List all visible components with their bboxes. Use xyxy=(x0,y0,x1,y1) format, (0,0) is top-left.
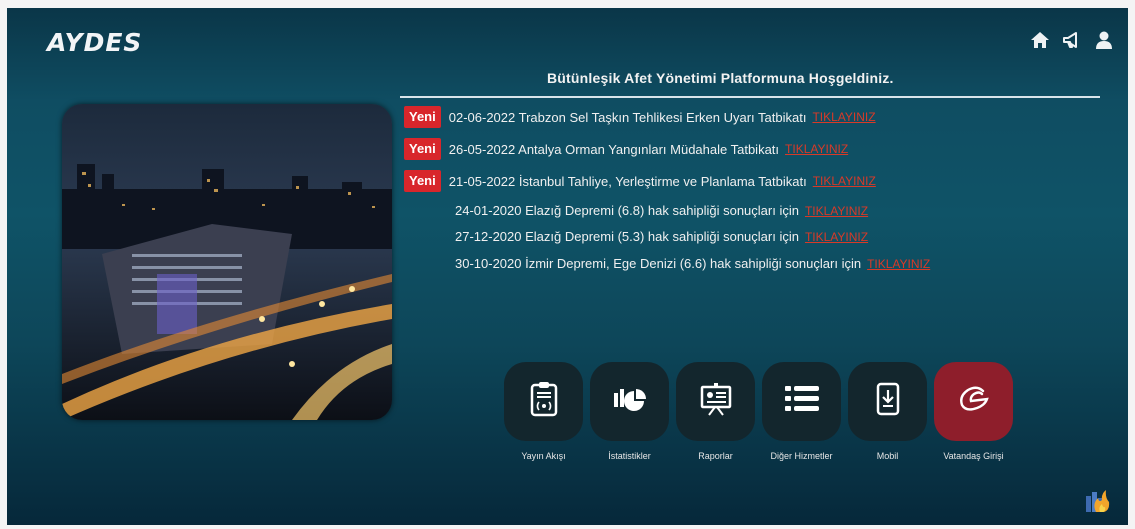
service-label: Vatandaş Girişi xyxy=(943,451,1004,461)
title-divider xyxy=(400,96,1100,98)
top-nav-icons xyxy=(1030,30,1114,50)
service-tile[interactable] xyxy=(590,362,669,441)
news-link[interactable]: TIKLAYINIZ xyxy=(805,204,868,218)
news-text: 02-06-2022 Trabzon Sel Taşkın Tehlikesi … xyxy=(448,109,807,125)
statistics-icon xyxy=(612,383,648,420)
service-label: Yayın Akışı xyxy=(521,451,566,461)
service-statistics[interactable]: İstatistikler xyxy=(590,362,669,461)
welcome-title: Bütünleşik Afet Yönetimi Platformuna Hoş… xyxy=(547,70,894,86)
service-tile[interactable] xyxy=(676,362,755,441)
new-badge: Yeni xyxy=(404,170,441,192)
megaphone-icon[interactable] xyxy=(1062,30,1082,50)
news-text: 27-12-2020 Elazığ Depremi (5.3) hak sahi… xyxy=(455,229,799,244)
app-frame: AYDES Bütünleşik Afet Yönetimi Platformu… xyxy=(7,8,1128,525)
top-strip xyxy=(0,0,1135,8)
news-item: 24-01-2020 Elazığ Depremi (6.8) hak sahi… xyxy=(455,203,868,218)
broadcast-clipboard-icon xyxy=(529,381,559,422)
news-text: 24-01-2020 Elazığ Depremi (6.8) hak sahi… xyxy=(455,203,799,218)
new-badge: Yeni xyxy=(404,106,441,128)
service-tile[interactable] xyxy=(762,362,841,441)
news-link[interactable]: TIKLAYINIZ xyxy=(812,110,875,124)
news-item: 27-12-2020 Elazığ Depremi (5.3) hak sahi… xyxy=(455,229,868,244)
news-item: 30-10-2020 İzmir Depremi, Ege Denizi (6.… xyxy=(455,256,930,271)
service-other[interactable]: Diğer Hizmetler xyxy=(762,362,841,461)
news-link[interactable]: TIKLAYINIZ xyxy=(785,142,848,156)
service-tile[interactable] xyxy=(504,362,583,441)
news-item: Yeni 21-05-2022 İstanbul Tahliye, Yerleş… xyxy=(404,170,876,192)
service-citizen-login[interactable]: Vatandaş Girişi xyxy=(934,362,1013,461)
home-icon[interactable] xyxy=(1030,30,1050,50)
mobile-download-icon xyxy=(876,382,900,421)
new-badge: Yeni xyxy=(404,138,441,160)
service-tile[interactable] xyxy=(934,362,1013,441)
news-text: 30-10-2020 İzmir Depremi, Ege Denizi (6.… xyxy=(455,256,862,271)
news-link[interactable]: TIKLAYINIZ xyxy=(867,257,930,271)
service-broadcast[interactable]: Yayın Akışı xyxy=(504,362,583,461)
service-buttons: Yayın Akışı İstatistikler Raporlar Diğer… xyxy=(504,362,1013,461)
city-night-photo xyxy=(62,104,392,420)
service-tile[interactable] xyxy=(848,362,927,441)
user-icon[interactable] xyxy=(1094,30,1114,50)
news-link[interactable]: TIKLAYINIZ xyxy=(813,174,876,188)
news-link[interactable]: TIKLAYINIZ xyxy=(805,230,868,244)
service-label: Raporlar xyxy=(698,451,733,461)
service-mobile[interactable]: Mobil xyxy=(848,362,927,461)
news-text: 21-05-2022 İstanbul Tahliye, Yerleştirme… xyxy=(448,173,807,189)
list-icon xyxy=(784,384,820,419)
e-devlet-icon xyxy=(957,385,991,418)
service-label: Mobil xyxy=(876,451,899,461)
presentation-icon xyxy=(699,382,733,421)
service-label: Diğer Hizmetler xyxy=(770,451,833,461)
news-text: 26-05-2022 Antalya Orman Yangınları Müda… xyxy=(448,141,780,157)
service-reports[interactable]: Raporlar xyxy=(676,362,755,461)
news-item: Yeni 26-05-2022 Antalya Orman Yangınları… xyxy=(404,138,848,160)
service-label: İstatistikler xyxy=(608,451,651,461)
news-item: Yeni 02-06-2022 Trabzon Sel Taşkın Tehli… xyxy=(404,106,876,128)
fire-city-icon[interactable] xyxy=(1084,486,1110,512)
aydes-logo[interactable]: AYDES xyxy=(47,28,142,57)
